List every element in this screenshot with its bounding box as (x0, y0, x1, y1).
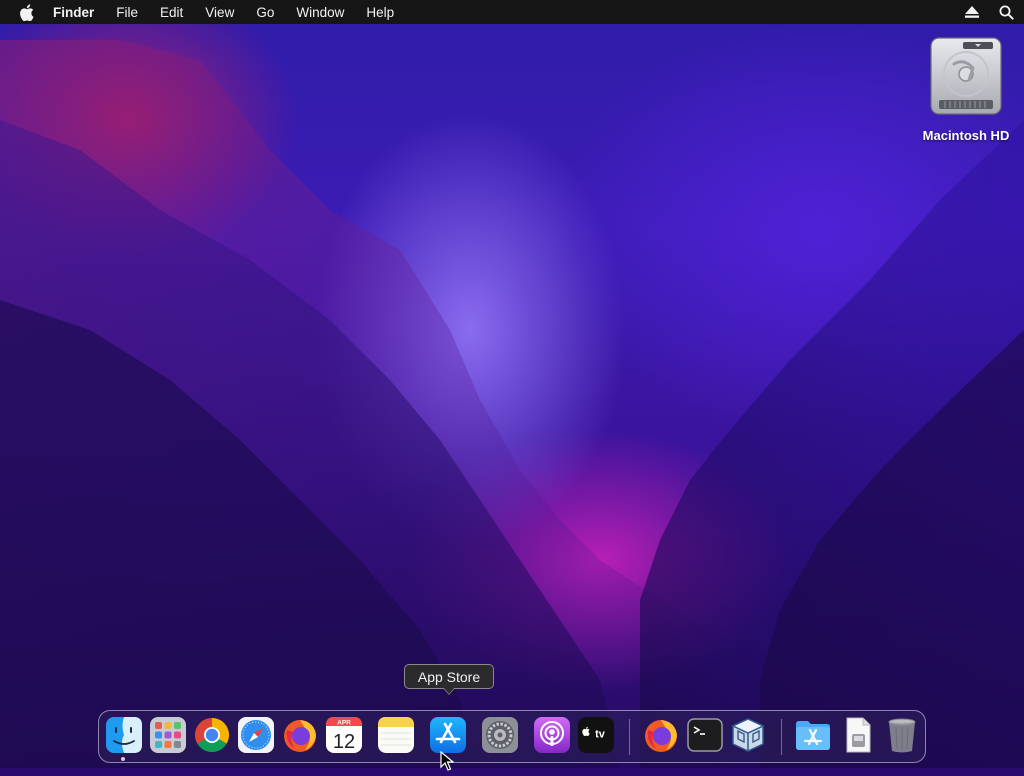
desktop-wallpaper (0, 0, 1024, 768)
hard-drive-icon (929, 36, 1003, 116)
applications-folder-icon (796, 721, 830, 750)
menu-app-finder[interactable]: Finder (53, 5, 94, 20)
dock-item-trash[interactable] (883, 716, 921, 754)
menu-file[interactable]: File (116, 5, 138, 20)
menu-edit[interactable]: Edit (160, 5, 183, 20)
dock: APR 12 tv (98, 710, 926, 763)
virtualbox-icon (731, 718, 765, 752)
dock-item-apple-tv[interactable]: tv (577, 716, 615, 754)
trash-icon (888, 718, 916, 753)
tooltip-arrow-fill (444, 688, 454, 694)
app-store-icon (430, 717, 466, 753)
spotlight-search-icon[interactable] (998, 4, 1014, 20)
finder-icon (106, 717, 142, 753)
menu-bar: Finder File Edit View Go Window Help (0, 0, 1024, 24)
firefox-icon (645, 720, 677, 752)
dock-item-virtualbox[interactable] (729, 716, 767, 754)
desktop-icon-label: Macintosh HD (922, 128, 1010, 143)
desktop-icon-macintosh-hd[interactable]: Macintosh HD (916, 36, 1016, 143)
menu-help[interactable]: Help (366, 5, 394, 20)
document-icon (846, 717, 871, 753)
dock-separator (781, 719, 782, 755)
dock-separator (629, 719, 630, 755)
apple-menu-icon[interactable] (19, 3, 35, 21)
eject-icon[interactable] (964, 4, 980, 20)
dock-item-chrome[interactable] (193, 716, 231, 754)
dock-item-calendar[interactable]: APR 12 (325, 716, 363, 754)
system-preferences-icon (482, 717, 518, 753)
dock-item-firefox-2[interactable] (642, 716, 680, 754)
apple-tv-label: tv (595, 729, 606, 741)
calendar-day: 12 (333, 731, 355, 753)
finder-running-indicator (121, 757, 125, 761)
dock-item-terminal[interactable] (686, 716, 724, 754)
dock-item-launchpad[interactable] (149, 716, 187, 754)
menu-go[interactable]: Go (256, 5, 274, 20)
menu-view[interactable]: View (205, 5, 234, 20)
dock-tooltip: App Store (404, 664, 494, 689)
dock-item-podcasts[interactable] (533, 716, 571, 754)
dock-item-document[interactable] (839, 716, 877, 754)
menu-window[interactable]: Window (296, 5, 344, 20)
chrome-icon (195, 718, 229, 752)
dock-item-firefox[interactable] (281, 716, 319, 754)
firefox-icon (284, 720, 316, 752)
launchpad-icon (150, 717, 186, 753)
notes-icon (378, 717, 414, 753)
apple-tv-icon: tv (578, 717, 614, 753)
calendar-month: APR (337, 720, 351, 727)
podcasts-icon (534, 717, 570, 753)
dock-item-applications[interactable] (794, 716, 832, 754)
dock-item-notes[interactable] (377, 716, 415, 754)
mouse-cursor-icon (440, 750, 455, 771)
calendar-icon: APR 12 (326, 717, 362, 753)
dock-item-system-preferences[interactable] (481, 716, 519, 754)
dock-item-finder[interactable] (105, 716, 143, 754)
terminal-icon (687, 718, 723, 752)
dock-item-app-store[interactable] (429, 716, 467, 754)
dock-item-safari[interactable] (237, 716, 275, 754)
safari-icon (238, 717, 274, 753)
